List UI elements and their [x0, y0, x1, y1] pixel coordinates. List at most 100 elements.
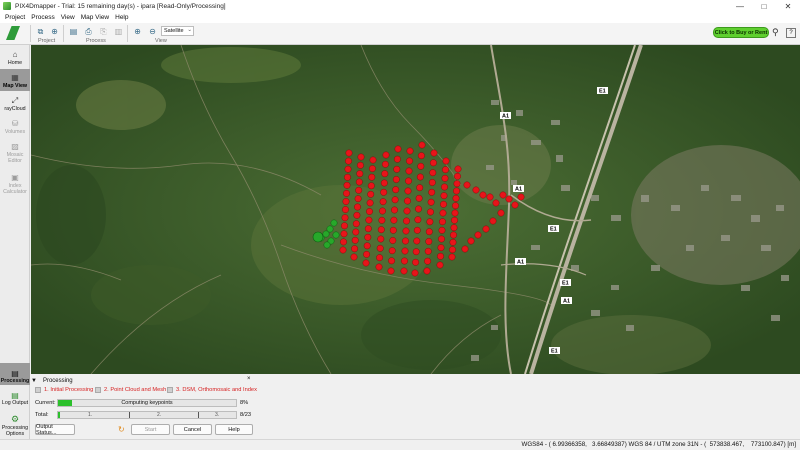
processed-image-marker[interactable] [474, 231, 482, 239]
processed-image-marker[interactable] [379, 207, 386, 215]
processed-image-marker[interactable] [344, 165, 352, 173]
processed-image-marker[interactable] [517, 193, 525, 201]
processed-image-marker[interactable] [479, 191, 487, 199]
processed-image-marker[interactable] [439, 209, 447, 217]
current-image-marker[interactable] [312, 231, 324, 243]
processed-image-marker[interactable] [355, 178, 363, 186]
processed-image-marker[interactable] [412, 248, 420, 256]
processed-image-marker[interactable] [415, 194, 423, 202]
satellite-map[interactable]: E1 A1 A1 E1 A1 E1 A1 E1 [31, 45, 800, 374]
open-project-icon[interactable]: ⊕ [49, 26, 60, 37]
processed-image-marker[interactable] [389, 237, 397, 244]
zoom-in-icon[interactable]: ⊕ [132, 26, 143, 37]
processed-image-marker[interactable] [413, 226, 421, 234]
help-icon[interactable]: ? [786, 28, 796, 38]
processed-image-marker[interactable] [427, 198, 435, 206]
pending-image-marker[interactable] [326, 225, 334, 233]
processed-image-marker[interactable] [429, 159, 437, 167]
processed-image-marker[interactable] [449, 246, 456, 254]
processed-image-marker[interactable] [351, 236, 359, 244]
pending-image-marker[interactable] [330, 219, 338, 227]
processed-image-marker[interactable] [461, 245, 469, 253]
collapse-triangle-icon[interactable]: ▼ [31, 378, 37, 384]
processed-image-marker[interactable] [390, 216, 398, 224]
processed-image-marker[interactable] [342, 206, 349, 214]
processed-image-marker[interactable] [356, 170, 364, 178]
processed-image-marker[interactable] [429, 169, 437, 177]
processed-image-marker[interactable] [376, 254, 384, 262]
menu-map-view[interactable]: Map View [78, 14, 112, 21]
processed-image-marker[interactable] [436, 261, 444, 269]
processed-image-marker[interactable] [454, 172, 461, 180]
processed-image-marker[interactable] [428, 188, 436, 196]
processed-image-marker[interactable] [368, 165, 376, 173]
processed-image-marker[interactable] [377, 235, 385, 243]
processed-image-marker[interactable] [393, 155, 401, 163]
processed-image-marker[interactable] [441, 174, 449, 182]
processed-image-marker[interactable] [355, 186, 363, 194]
processed-image-marker[interactable] [442, 157, 450, 165]
help-button[interactable]: Help [215, 424, 253, 435]
maximize-button[interactable]: □ [752, 0, 776, 12]
processed-image-marker[interactable] [389, 226, 397, 234]
processed-image-marker[interactable] [363, 242, 371, 250]
processed-image-marker[interactable] [439, 218, 446, 226]
processed-image-marker[interactable] [423, 267, 431, 275]
processed-image-marker[interactable] [489, 217, 497, 225]
processed-image-marker[interactable] [382, 151, 390, 159]
processed-image-marker[interactable] [427, 208, 434, 216]
processed-image-marker[interactable] [376, 244, 384, 252]
processed-image-marker[interactable] [379, 198, 387, 206]
processed-image-marker[interactable] [424, 247, 432, 255]
processed-image-marker[interactable] [418, 141, 426, 149]
new-project-icon[interactable]: ⧉ [35, 26, 46, 37]
processed-image-marker[interactable] [380, 188, 388, 196]
step-checkbox[interactable] [167, 387, 173, 393]
processed-image-marker[interactable] [451, 209, 459, 217]
processed-image-marker[interactable] [375, 263, 383, 271]
processed-image-marker[interactable] [425, 238, 433, 245]
processed-image-marker[interactable] [368, 173, 376, 181]
processed-image-marker[interactable] [406, 157, 413, 165]
processed-image-marker[interactable] [416, 184, 424, 192]
processed-image-marker[interactable] [440, 192, 448, 200]
processed-image-marker[interactable] [430, 149, 438, 157]
menu-project[interactable]: Project [2, 14, 28, 21]
processed-image-marker[interactable] [505, 195, 513, 203]
processed-image-marker[interactable] [340, 238, 347, 246]
processed-image-marker[interactable] [467, 237, 475, 245]
processed-image-marker[interactable] [492, 199, 500, 207]
processed-image-marker[interactable] [366, 199, 374, 207]
sidebar-item-log-output[interactable]: ▤ Log Output [0, 386, 30, 406]
processed-image-marker[interactable] [438, 226, 446, 234]
processed-image-marker[interactable] [350, 253, 358, 261]
processed-image-marker[interactable] [411, 269, 419, 277]
processed-image-marker[interactable] [402, 227, 410, 235]
processed-image-marker[interactable] [449, 238, 457, 246]
pending-image-marker[interactable] [323, 241, 331, 249]
processed-image-marker[interactable] [353, 211, 361, 219]
processed-image-marker[interactable] [381, 170, 389, 178]
buy-or-rent-button[interactable]: Click to Buy or Rent [713, 27, 769, 38]
processed-image-marker[interactable] [463, 181, 471, 189]
processed-image-marker[interactable] [356, 161, 364, 169]
processed-image-marker[interactable] [387, 267, 395, 275]
process-print-icon[interactable]: ⎙ [83, 26, 94, 37]
step-dsm-orthomosaic[interactable]: 3. DSM, Orthomosaic and Index [167, 387, 257, 393]
processed-image-marker[interactable] [354, 203, 361, 211]
processed-image-marker[interactable] [400, 267, 408, 275]
cancel-button[interactable]: Cancel [173, 424, 212, 435]
processed-image-marker[interactable] [388, 247, 396, 255]
processed-image-marker[interactable] [404, 187, 412, 195]
processed-image-marker[interactable] [378, 216, 386, 224]
processed-image-marker[interactable] [448, 253, 456, 261]
menu-view[interactable]: View [58, 14, 78, 21]
sidebar-item-map-view[interactable]: ▦ Map View [0, 69, 30, 91]
minimize-button[interactable]: — [728, 0, 752, 12]
processed-image-marker[interactable] [405, 177, 412, 185]
processed-image-marker[interactable] [405, 167, 413, 175]
process-options-icon[interactable]: ▥ [113, 26, 124, 37]
processed-image-marker[interactable] [351, 245, 359, 253]
processed-image-marker[interactable] [511, 201, 519, 209]
processed-image-marker[interactable] [367, 190, 375, 198]
